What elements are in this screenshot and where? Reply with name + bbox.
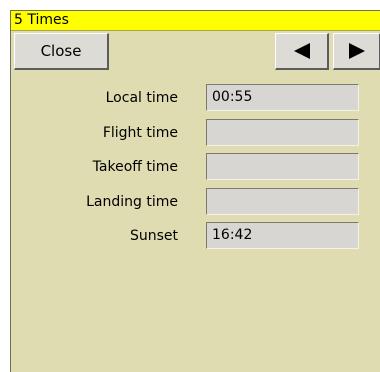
left-triangle-icon xyxy=(293,43,310,59)
times-dialog: 5 Times Close Local time 00:55 Flight ti… xyxy=(10,10,380,372)
previous-page-button[interactable] xyxy=(275,33,329,70)
right-triangle-icon xyxy=(348,43,365,59)
sunset-label: Sunset xyxy=(129,228,178,244)
takeoff-time-label: Takeoff time xyxy=(92,159,178,175)
landing-time-field[interactable] xyxy=(206,188,359,215)
title-bar: 5 Times xyxy=(11,11,380,31)
close-button[interactable]: Close xyxy=(14,33,109,70)
sunset-field[interactable]: 16:42 xyxy=(206,222,359,249)
takeoff-time-field[interactable] xyxy=(206,153,359,180)
flight-time-field[interactable] xyxy=(206,119,359,146)
landing-time-label: Landing time xyxy=(86,194,178,210)
local-time-field[interactable]: 00:55 xyxy=(206,84,359,111)
local-time-label: Local time xyxy=(105,90,178,106)
close-button-label: Close xyxy=(40,42,82,60)
next-page-button[interactable] xyxy=(333,33,380,70)
dialog-title: 5 Times xyxy=(14,12,69,28)
flight-time-label: Flight time xyxy=(102,125,178,141)
